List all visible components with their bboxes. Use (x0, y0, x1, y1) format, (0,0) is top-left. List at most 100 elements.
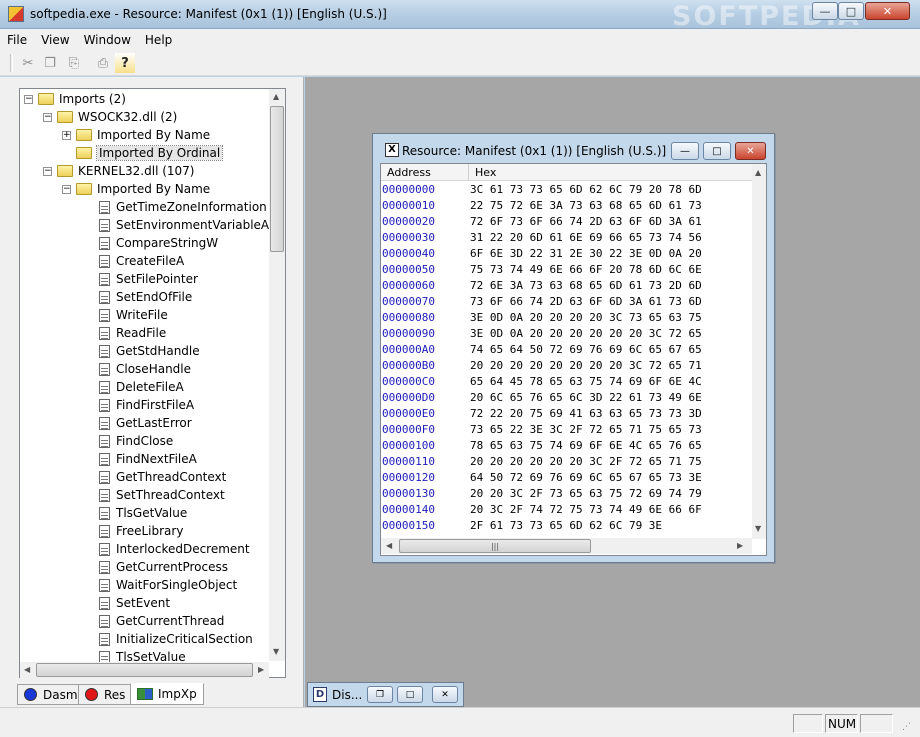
tab-impxp[interactable]: ImpXp (130, 683, 204, 705)
tree-function-item[interactable]: GetStdHandle (99, 342, 200, 360)
import-tree[interactable]: − Imports (2) − WSOCK32.dll (2) + Import… (19, 88, 286, 678)
tree-function-item[interactable]: CreateFileA (99, 252, 184, 270)
tree-function-item[interactable]: SetThreadContext (99, 486, 225, 504)
scroll-left-icon[interactable]: ◀ (386, 541, 392, 550)
minimized-disasm-window[interactable]: D Dis... ❐ □ ✕ (307, 682, 464, 707)
print-icon[interactable]: ⎙ (93, 53, 113, 73)
close-button[interactable]: ✕ (432, 686, 458, 703)
hex-row[interactable]: 000000A0 74 65 64 50 72 69 76 69 6C 65 67… (381, 343, 751, 359)
tree-function-item[interactable]: WaitForSingleObject (99, 576, 237, 594)
child-maximize-button[interactable]: □ (703, 142, 731, 160)
menu-help[interactable]: Help (138, 33, 179, 47)
tree-function-item[interactable]: InterlockedDecrement (99, 540, 250, 558)
resize-grip-icon[interactable]: ⋰ (902, 722, 911, 732)
child-minimize-button[interactable]: — (671, 142, 699, 160)
tree-node-wsock32[interactable]: − WSOCK32.dll (2) (43, 108, 177, 126)
resource-icon[interactable]: X (385, 143, 399, 157)
hex-row[interactable]: 00000040 6F 6E 3D 22 31 2E 30 22 3E 0D 0A… (381, 247, 751, 263)
scroll-left-icon[interactable]: ◀ (24, 665, 30, 674)
tree-node-wsock-by-name[interactable]: + Imported By Name (62, 126, 210, 144)
tree-node-wsock-by-ordinal[interactable]: Imported By Ordinal (76, 144, 224, 162)
copy-icon[interactable]: ❐ (40, 53, 60, 73)
hex-row[interactable]: 00000090 3E 0D 0A 20 20 20 20 20 20 3C 72… (381, 327, 751, 343)
help-icon[interactable]: ? (115, 53, 135, 73)
hex-row[interactable]: 00000150 2F 61 73 73 65 6D 62 6C 79 3E (381, 519, 751, 535)
hex-row[interactable]: 00000140 20 3C 2F 74 72 75 73 74 49 6E 66… (381, 503, 751, 519)
tree-function-item[interactable]: FreeLibrary (99, 522, 183, 540)
tree-function-item[interactable]: GetCurrentProcess (99, 558, 228, 576)
close-button[interactable]: ✕ (865, 2, 910, 20)
tab-res[interactable]: Res (78, 684, 133, 705)
child-close-button[interactable]: ✕ (735, 142, 766, 160)
hex-hscroll-thumb[interactable]: ||| (399, 539, 591, 553)
paste-icon[interactable]: ⎘ (64, 53, 84, 73)
tree-function-item[interactable]: SetEnvironmentVariableA (99, 216, 269, 234)
tree-function-item[interactable]: FindFirstFileA (99, 396, 194, 414)
menu-window[interactable]: Window (77, 33, 138, 47)
toolbar-grip[interactable] (10, 54, 13, 72)
cut-icon[interactable]: ✂ (18, 53, 38, 73)
tree-function-item[interactable]: WriteFile (99, 306, 168, 324)
tree-function-item[interactable]: FindNextFileA (99, 450, 197, 468)
hex-row[interactable]: 000000D0 20 6C 65 76 65 6C 3D 22 61 73 49… (381, 391, 751, 407)
tree-function-item[interactable]: SetFilePointer (99, 270, 198, 288)
hex-row[interactable]: 00000110 20 20 20 20 20 20 3C 2F 72 65 71… (381, 455, 751, 471)
hex-vertical-scrollbar[interactable]: ▲ ▼ (752, 164, 766, 539)
tree-function-item[interactable]: SetEndOfFile (99, 288, 192, 306)
hex-grid[interactable]: 00000000 3C 61 73 73 65 6D 62 6C 79 20 78… (380, 163, 767, 556)
app-icon[interactable] (8, 6, 24, 22)
hex-row[interactable]: 00000070 73 6F 66 74 2D 63 6F 6D 3A 61 73… (381, 295, 751, 311)
hex-row[interactable]: 00000020 72 6F 73 6F 66 74 2D 63 6F 6D 3A… (381, 215, 751, 231)
hex-row[interactable]: 000000F0 73 65 22 3E 3C 2F 72 65 71 75 65… (381, 423, 751, 439)
collapse-icon[interactable]: − (62, 184, 71, 194)
scroll-up-icon[interactable]: ▲ (273, 92, 279, 101)
tree-function-item[interactable]: GetCurrentThread (99, 612, 224, 630)
scroll-down-icon[interactable]: ▼ (273, 647, 279, 656)
tree-scroll-thumb[interactable] (270, 106, 284, 252)
hex-row[interactable]: 00000050 75 73 74 49 6E 66 6F 20 78 6D 6C… (381, 263, 751, 279)
tree-node-imports[interactable]: − Imports (2) (24, 90, 126, 108)
tree-node-kernel-by-name[interactable]: − Imported By Name (62, 180, 210, 198)
hex-row[interactable]: 00000030 31 22 20 6D 61 6E 69 66 65 73 74… (381, 231, 751, 247)
hex-row[interactable]: 00000120 64 50 72 69 76 69 6C 65 67 65 73… (381, 471, 751, 487)
tree-function-item[interactable]: InitializeCriticalSection (99, 630, 253, 648)
column-divider[interactable] (468, 164, 469, 180)
tree-function-item[interactable]: GetThreadContext (99, 468, 226, 486)
maximize-button[interactable]: □ (397, 686, 423, 703)
hex-row[interactable]: 00000100 78 65 63 75 74 69 6F 6E 4C 65 76… (381, 439, 751, 455)
column-hex[interactable]: Hex (475, 166, 496, 179)
restore-button[interactable]: ❐ (367, 686, 393, 703)
scroll-right-icon[interactable]: ▶ (737, 541, 743, 550)
tree-hscroll-thumb[interactable] (36, 663, 253, 677)
hex-row[interactable]: 000000E0 72 22 20 75 69 41 63 63 65 73 73… (381, 407, 751, 423)
hex-row[interactable]: 00000000 3C 61 73 73 65 6D 62 6C 79 20 78… (381, 183, 751, 199)
tree-node-kernel32[interactable]: − KERNEL32.dll (107) (43, 162, 194, 180)
disasm-icon[interactable]: D (313, 687, 327, 702)
hex-row[interactable]: 000000B0 20 20 20 20 20 20 20 20 3C 72 65… (381, 359, 751, 375)
hex-row[interactable]: 00000130 20 20 3C 2F 73 65 63 75 72 69 74… (381, 487, 751, 503)
tree-function-item[interactable]: ReadFile (99, 324, 166, 342)
tree-function-item[interactable]: DeleteFileA (99, 378, 184, 396)
expand-icon[interactable]: + (62, 130, 71, 140)
tree-function-item[interactable]: GetLastError (99, 414, 192, 432)
hex-row[interactable]: 00000060 72 6E 3A 73 63 68 65 6D 61 73 2D… (381, 279, 751, 295)
hex-row[interactable]: 00000080 3E 0D 0A 20 20 20 20 3C 73 65 63… (381, 311, 751, 327)
tree-function-item[interactable]: TlsGetValue (99, 504, 187, 522)
tree-function-item[interactable]: SetEvent (99, 594, 170, 612)
hex-row[interactable]: 000000C0 65 64 45 78 65 63 75 74 69 6F 6E… (381, 375, 751, 391)
tab-dasm[interactable]: Dasm (17, 684, 85, 705)
tree-function-item[interactable]: CompareStringW (99, 234, 218, 252)
title-bar[interactable]: softpedia.exe - Resource: Manifest (0x1 … (0, 0, 920, 32)
menu-file[interactable]: File (0, 33, 34, 47)
column-address[interactable]: Address (387, 166, 431, 179)
collapse-icon[interactable]: − (24, 94, 33, 104)
hex-row[interactable]: 00000010 22 75 72 6E 3A 73 63 68 65 6D 61… (381, 199, 751, 215)
scroll-right-icon[interactable]: ▶ (258, 665, 264, 674)
collapse-icon[interactable]: − (43, 112, 52, 122)
minimize-button[interactable]: — (812, 2, 838, 20)
collapse-icon[interactable]: − (43, 166, 52, 176)
scroll-down-icon[interactable]: ▼ (755, 524, 761, 533)
menu-view[interactable]: View (34, 33, 76, 47)
scroll-up-icon[interactable]: ▲ (755, 168, 761, 177)
tree-function-item[interactable]: FindClose (99, 432, 173, 450)
